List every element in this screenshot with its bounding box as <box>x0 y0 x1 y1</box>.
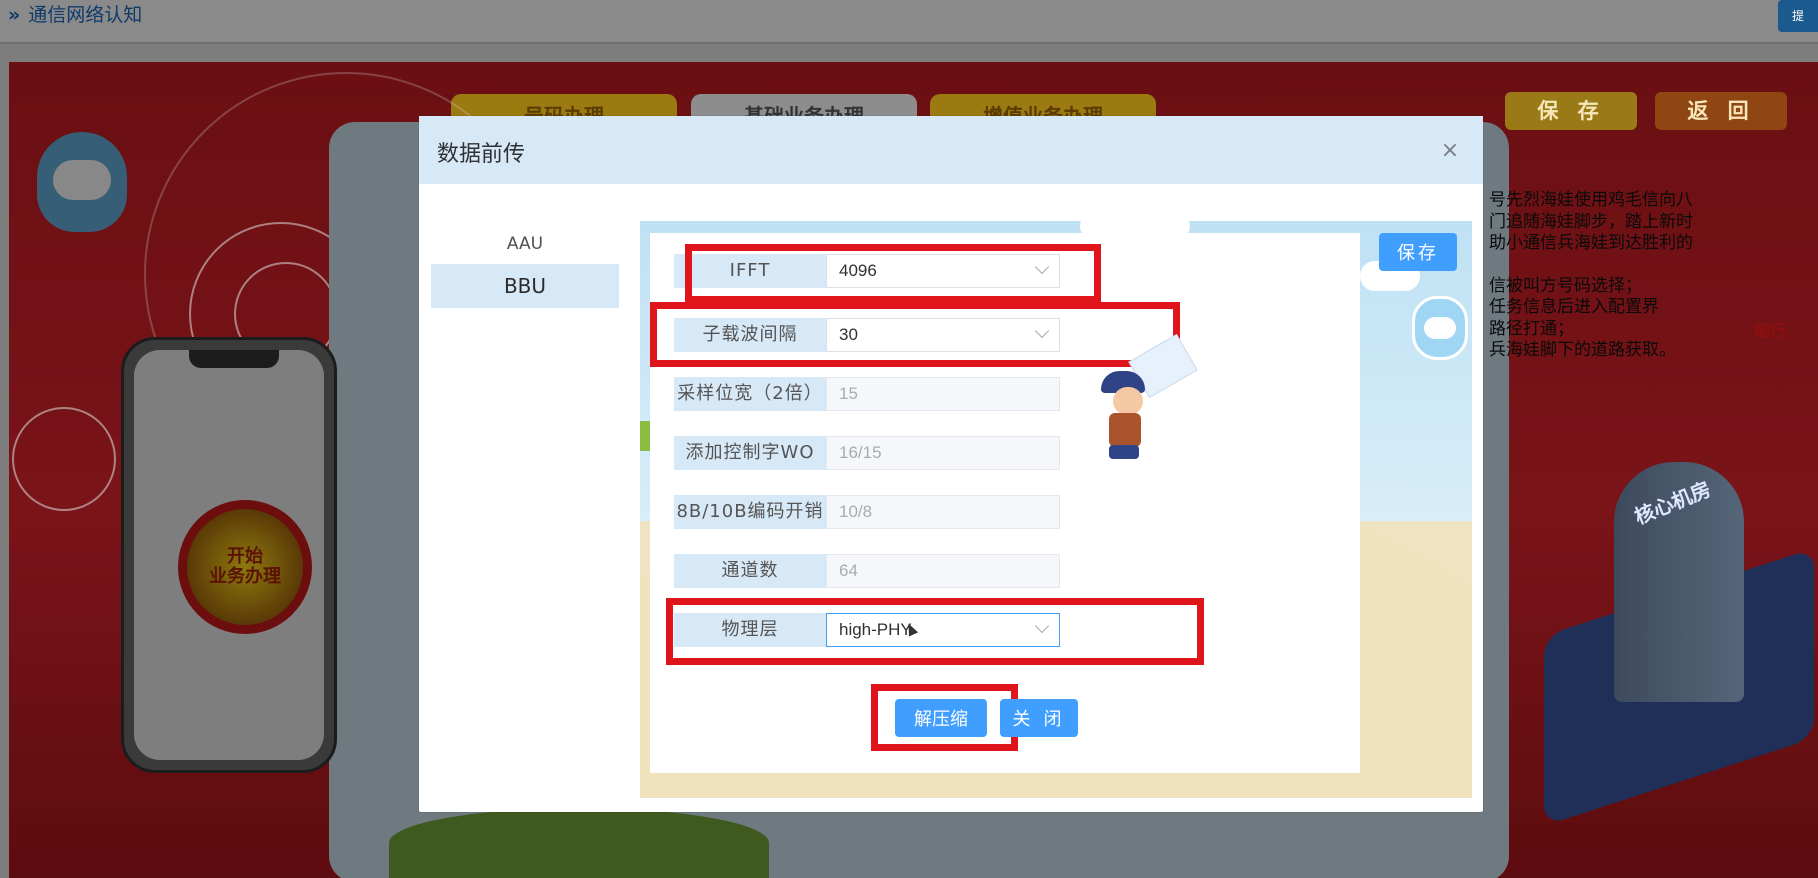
close-button[interactable]: 关 闭 <box>1000 699 1078 737</box>
double-chevron-right-icon: » <box>8 4 21 26</box>
chevron-down-icon <box>1034 323 1050 339</box>
subcarrier-spacing-label: 子载波间隔 <box>674 318 826 352</box>
dialog-title: 数据前传 <box>437 142 526 167</box>
channel-count-field: 64 <box>826 554 1060 588</box>
postman-illustration <box>1095 351 1175 461</box>
mascot-left <box>37 132 127 232</box>
scene-save-button[interactable]: 保 存 <box>1505 92 1637 130</box>
corner-button[interactable]: 提 <box>1778 0 1818 32</box>
ifft-label: IFFT <box>674 254 826 288</box>
breadcrumb-label: 通信网络认知 <box>28 4 143 26</box>
sidebar-item-aau[interactable]: AAU <box>431 222 619 266</box>
close-icon[interactable]: × <box>1439 140 1461 162</box>
story-text: 号先烈海娃使用鸡毛信向八 门追随海娃脚步，踏上新时 助小通信兵海娃到达胜利的 信… <box>1489 190 1693 360</box>
control-word-label: 添加控制字WO <box>674 436 826 470</box>
channel-count-label: 通道数 <box>674 554 826 588</box>
sample-bit-width-field: 15 <box>826 377 1060 411</box>
chevron-down-icon <box>1034 259 1050 275</box>
control-word-field: 16/15 <box>826 436 1060 470</box>
encoding-overhead-field: 10/8 <box>826 495 1060 529</box>
form-card: IFFT 4096 子载波间隔 30 采样位宽（2倍） 15 添加控制字WO 1… <box>650 233 1360 773</box>
dialog-header: 数据前传 × <box>419 116 1483 184</box>
building-sign: 能行 <box>1754 321 1787 340</box>
core-room-building[interactable]: 核心机房 <box>1544 452 1814 826</box>
breadcrumb[interactable]: » 通信网络认知 <box>8 0 142 27</box>
chevron-down-icon <box>1034 618 1050 634</box>
ifft-select[interactable]: 4096 <box>826 254 1060 288</box>
save-button[interactable]: 保存 <box>1379 233 1457 271</box>
start-service-button[interactable]: 开始 业务办理 <box>178 500 312 634</box>
data-fronthaul-dialog: 数据前传 × AAU BBU IFFT 4096 子载波间隔 30 采样位宽（2… <box>419 116 1483 812</box>
mascot-blue <box>1412 296 1468 360</box>
sidebar-item-bbu[interactable]: BBU <box>431 264 619 308</box>
sample-bit-width-label: 采样位宽（2倍） <box>674 377 826 411</box>
scene-back-button[interactable]: 返 回 <box>1655 92 1787 130</box>
physical-layer-label: 物理层 <box>674 613 826 647</box>
decor-hills <box>389 808 769 878</box>
encoding-overhead-label: 8B/10B编码开销 <box>674 495 826 529</box>
top-bar: » 通信网络认知 提 <box>0 0 1818 44</box>
physical-layer-select[interactable]: high-PHY <box>826 613 1060 647</box>
bbu-content-area: IFFT 4096 子载波间隔 30 采样位宽（2倍） 15 添加控制字WO 1… <box>640 221 1472 798</box>
decompress-button[interactable]: 解压缩 <box>895 699 987 737</box>
decor-ring <box>12 407 116 511</box>
subcarrier-spacing-select[interactable]: 30 <box>826 318 1060 352</box>
phone-illustration: 开始 业务办理 <box>121 337 337 773</box>
